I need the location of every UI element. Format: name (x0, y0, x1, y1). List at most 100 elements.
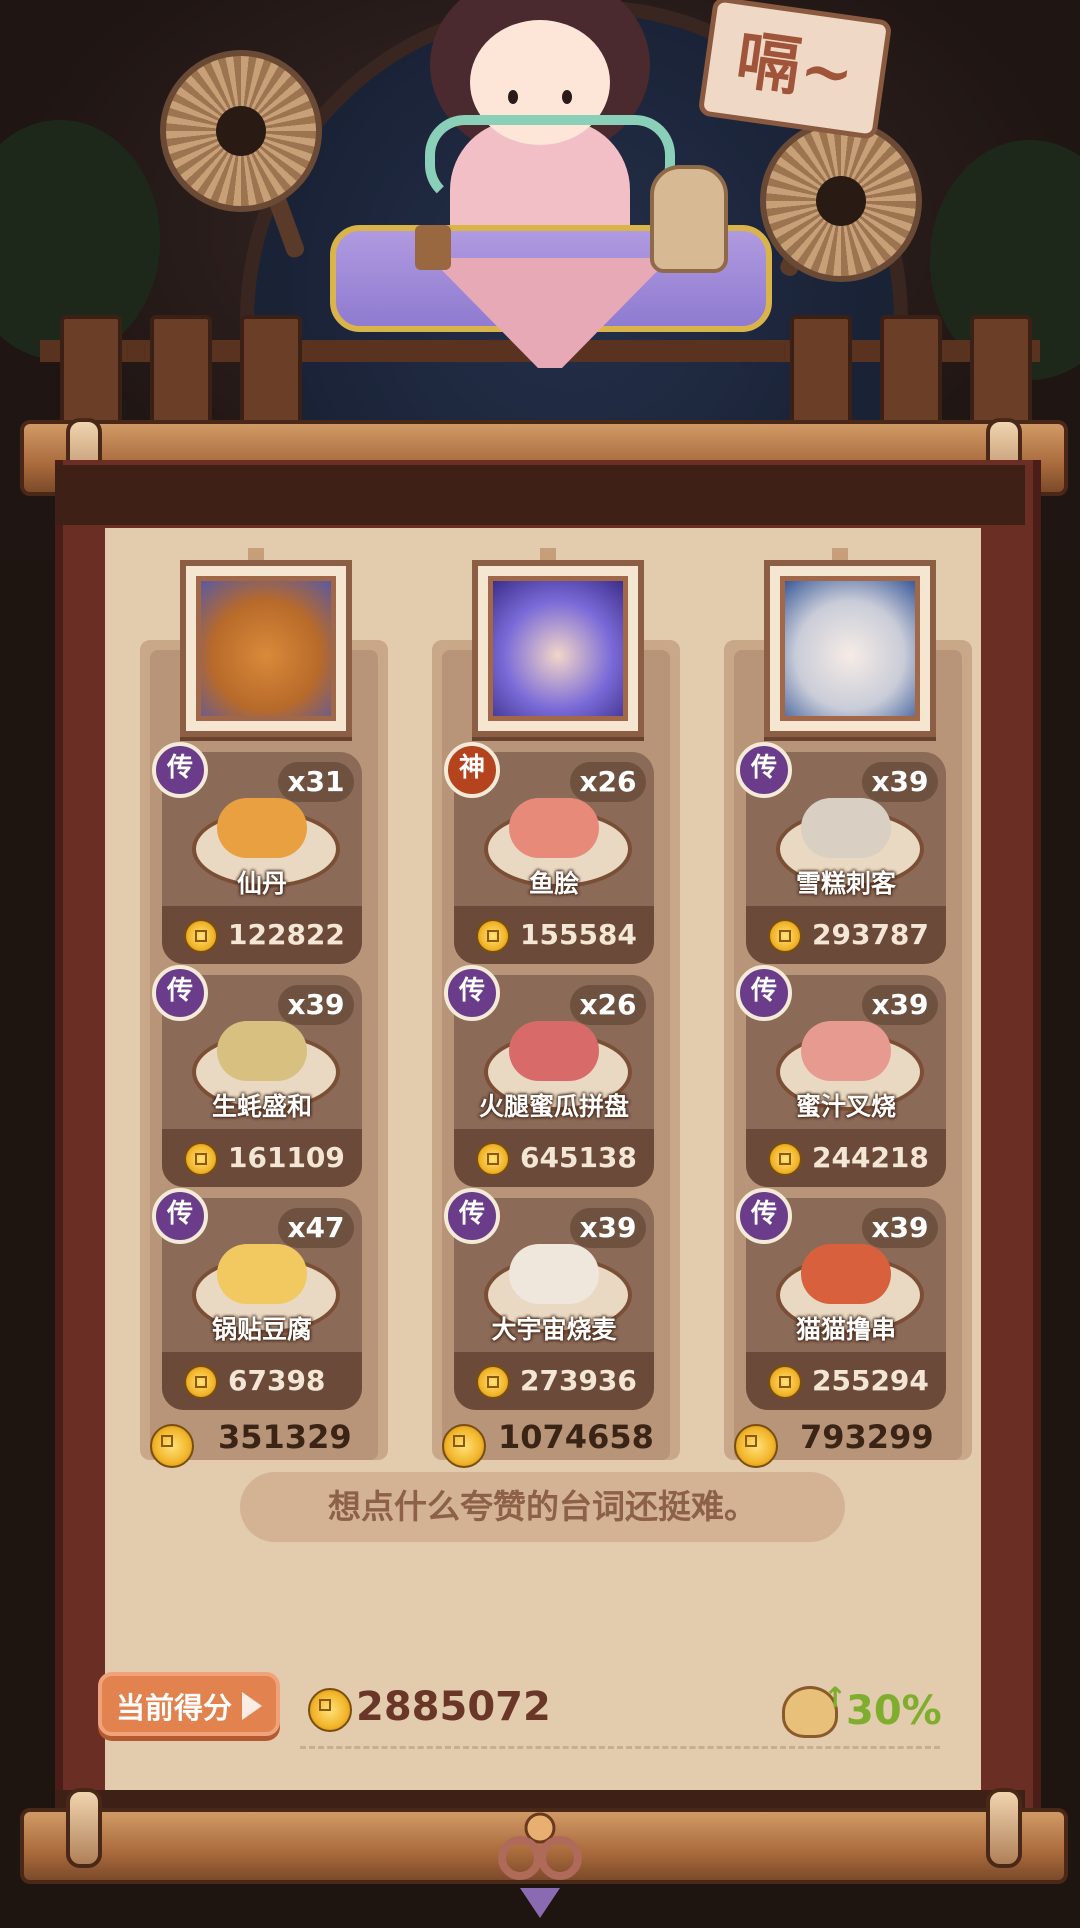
dish-price: 244218 (812, 1141, 929, 1174)
dish-quantity: x31 (278, 762, 354, 802)
customer-portrait[interactable] (180, 560, 352, 737)
fence-post (60, 315, 122, 433)
coin-icon (442, 1424, 486, 1468)
dish-price-row: 67398 (162, 1352, 362, 1410)
column-total-value: 1074658 (498, 1418, 654, 1456)
dish-card[interactable]: 传 x47 锅贴豆腐 67398 (152, 1188, 362, 1410)
food-icon (509, 1021, 599, 1081)
dish-name: 雪糕刺客 (795, 869, 896, 898)
dish-quantity: x39 (862, 1208, 938, 1248)
blue-hair-girl-portrait (488, 576, 628, 721)
dish-card[interactable]: 传 x31 仙丹 122822 (152, 742, 362, 964)
fan-right-decoration (760, 120, 922, 282)
current-score-label: 当前得分 (116, 1691, 233, 1725)
bear-chef-portrait (196, 576, 336, 721)
rarity-badge: 传 (736, 742, 792, 798)
dish-price-row: 273936 (454, 1352, 654, 1410)
dish-name: 生蚝盛和 (211, 1092, 312, 1121)
food-icon (801, 1021, 891, 1081)
dish-price-row: 155584 (454, 906, 654, 964)
stacked-bowls-icon (650, 165, 728, 273)
dish-price-row: 122822 (162, 906, 362, 964)
character-eye (508, 90, 518, 104)
dish-name: 锅贴豆腐 (211, 1315, 312, 1344)
food-icon (217, 1244, 307, 1304)
dish-price: 161109 (228, 1141, 345, 1174)
dish-quantity: x39 (278, 985, 354, 1025)
dish-card[interactable]: 传 x39 蜜汁叉烧 244218 (736, 965, 946, 1187)
dish-price: 293787 (812, 918, 929, 951)
food-icon (217, 798, 307, 858)
dish-quantity: x26 (570, 762, 646, 802)
dish-name: 鱼脍 (528, 869, 579, 898)
play-arrow-icon (242, 1692, 262, 1720)
coin-icon (768, 919, 802, 953)
customer-portrait[interactable] (472, 560, 644, 737)
character-eye (562, 90, 572, 104)
fence-post (790, 315, 852, 433)
coin-icon (184, 1142, 218, 1176)
rarity-badge: 传 (152, 965, 208, 1021)
rarity-badge: 传 (152, 1188, 208, 1244)
dish-price-row: 244218 (746, 1129, 946, 1187)
dish-price-row: 161109 (162, 1129, 362, 1187)
rarity-badge: 传 (444, 965, 500, 1021)
rarity-badge: 传 (152, 742, 208, 798)
dish-name: 蜜汁叉烧 (795, 1092, 896, 1121)
dish-card[interactable]: 传 x39 生蚝盛和 161109 (152, 965, 362, 1187)
current-score-value: 2885072 (356, 1684, 551, 1730)
fence-post (150, 315, 212, 433)
dish-card[interactable]: 传 x26 火腿蜜瓜拼盘 645138 (444, 965, 654, 1187)
scroll-rod-cap (986, 1788, 1022, 1868)
dish-name: 大宇宙烧麦 (491, 1315, 617, 1344)
dish-price: 645138 (520, 1141, 637, 1174)
dish-name: 仙丹 (236, 869, 287, 898)
rarity-badge: 传 (736, 965, 792, 1021)
current-score-button[interactable]: 当前得分 (98, 1672, 280, 1736)
food-icon (801, 1244, 891, 1304)
coin-icon (184, 919, 218, 953)
coin-icon (184, 1365, 218, 1399)
bonus-percent: 30% (846, 1688, 942, 1734)
rarity-badge: 传 (444, 1188, 500, 1244)
coin-icon (476, 919, 510, 953)
fence-post (880, 315, 942, 433)
dish-card[interactable]: 神 x26 鱼脍 155584 (444, 742, 654, 964)
dish-price-row: 645138 (454, 1129, 654, 1187)
dashed-divider (300, 1746, 940, 1749)
chopstick-cup-icon (415, 225, 451, 270)
burp-sign: 嗝~ (697, 0, 893, 140)
dish-quantity: x39 (862, 762, 938, 802)
food-icon (509, 1244, 599, 1304)
dish-quantity: x39 (862, 985, 938, 1025)
rarity-badge: 神 (444, 742, 500, 798)
column-total-value: 793299 (800, 1418, 934, 1456)
coin-icon (476, 1142, 510, 1176)
tassel-knot-icon (498, 1812, 582, 1918)
dish-quantity: x26 (570, 985, 646, 1025)
dish-price-row: 255294 (746, 1352, 946, 1410)
dish-card[interactable]: 传 x39 猫猫撸串 255294 (736, 1188, 946, 1410)
coin-icon (308, 1688, 352, 1732)
coin-icon (150, 1424, 194, 1468)
dish-price: 273936 (520, 1364, 637, 1397)
customer-portrait[interactable] (764, 560, 936, 737)
scroll-rod-cap (66, 1788, 102, 1868)
coin-icon (768, 1142, 802, 1176)
dish-name: 猫猫撸串 (795, 1315, 896, 1344)
dish-quantity: x47 (278, 1208, 354, 1248)
dish-card[interactable]: 传 x39 大宇宙烧麦 273936 (444, 1188, 654, 1410)
dish-price: 122822 (228, 918, 345, 951)
column-total-value: 351329 (218, 1418, 352, 1456)
dish-price: 67398 (228, 1364, 326, 1397)
character-scarf (425, 115, 675, 205)
rarity-badge: 传 (736, 1188, 792, 1244)
dish-name: 火腿蜜瓜拼盘 (478, 1092, 629, 1121)
dish-price: 255294 (812, 1364, 929, 1397)
dish-price: 155584 (520, 918, 637, 951)
coin-icon (734, 1424, 778, 1468)
scroll-top-band (55, 465, 1025, 525)
dish-quantity: x39 (570, 1208, 646, 1248)
dish-card[interactable]: 传 x39 雪糕刺客 293787 (736, 742, 946, 964)
fence-post (970, 315, 1032, 433)
